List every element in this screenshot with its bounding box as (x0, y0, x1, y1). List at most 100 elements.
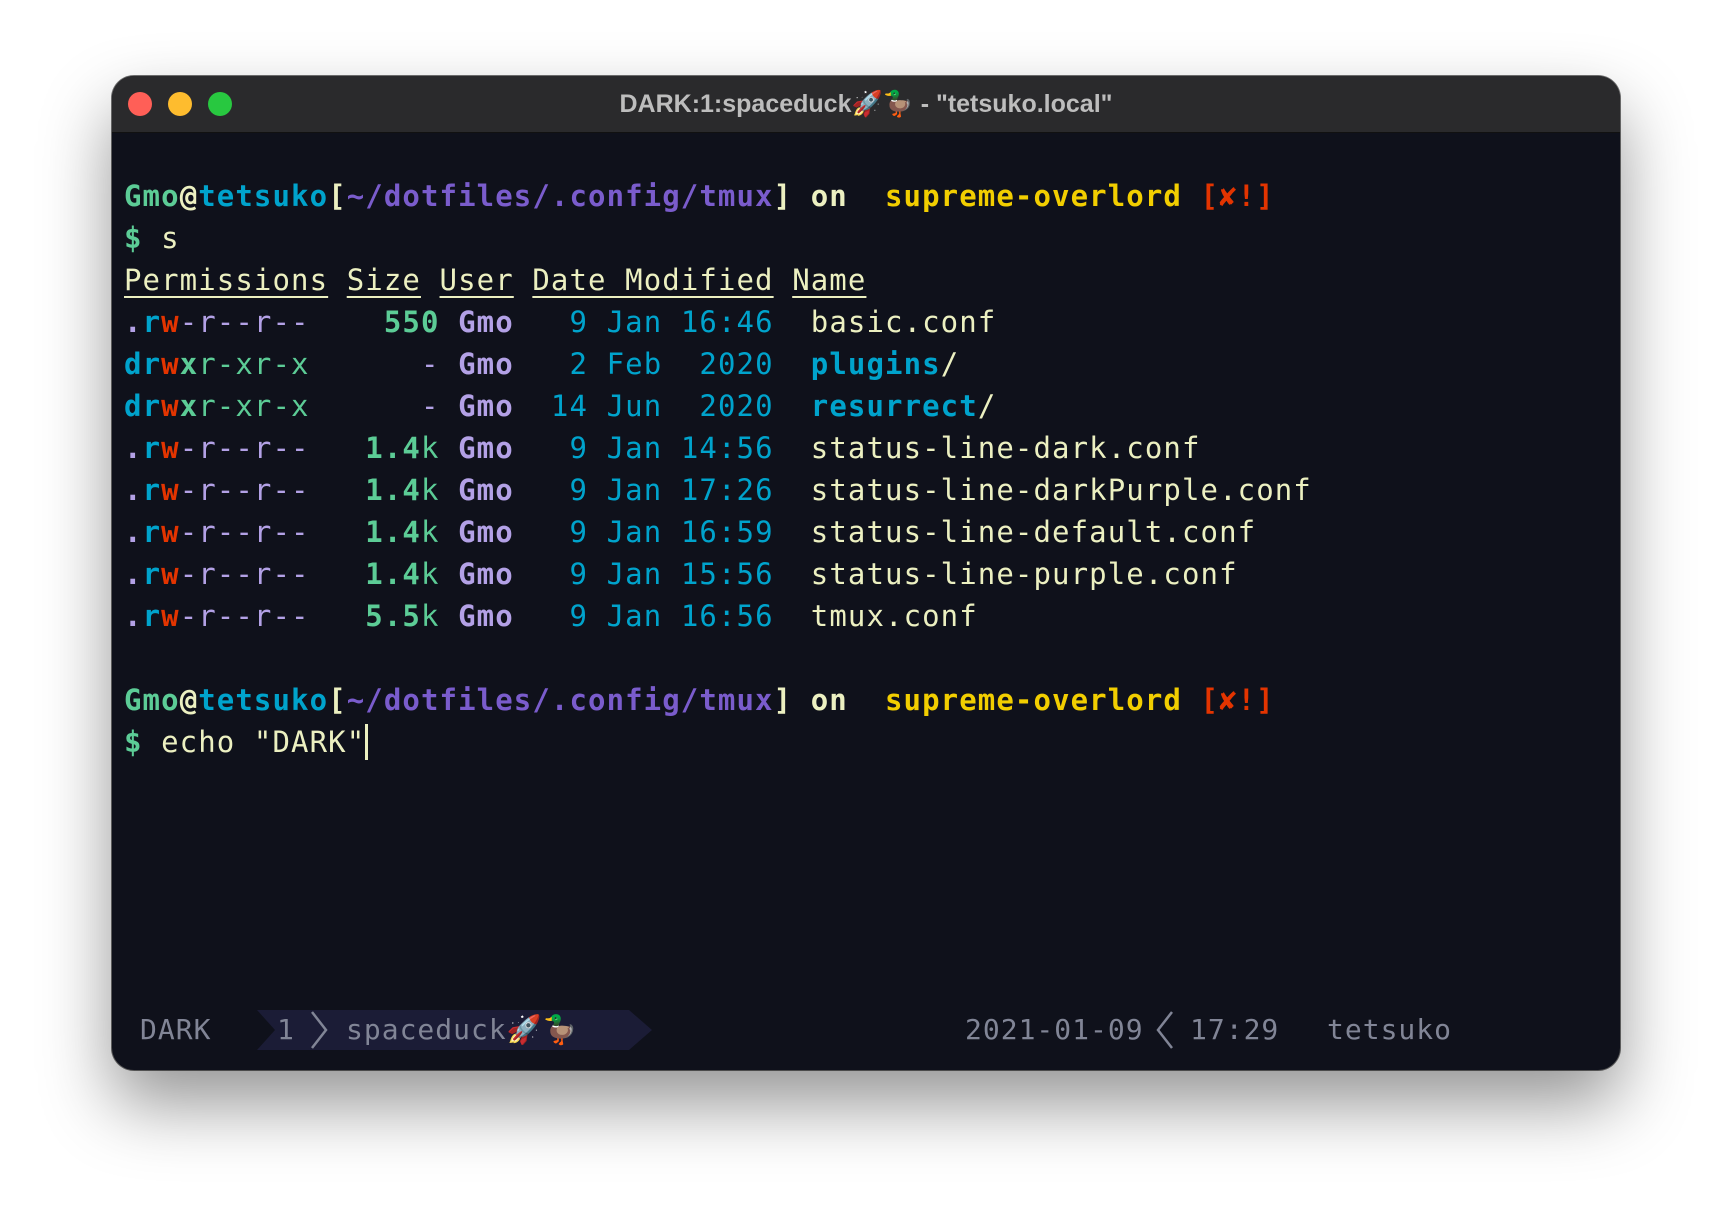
file-size: 1.4 (365, 473, 421, 507)
file-name: tmux.conf (810, 599, 978, 633)
file-size-unit: - (420, 389, 440, 423)
listing-header: Permissions Size User Date Modified Name (124, 259, 1312, 301)
command-line: $ s (124, 217, 1312, 259)
perm-rest: r--r-- (198, 515, 310, 549)
file-date: 9 Jan 15:56 (532, 557, 774, 591)
prompt-path: ~/dotfiles/.config/tmux (346, 179, 774, 213)
file-owner: Gmo (458, 431, 514, 465)
file-row: .rw-r--r-- 5.5k Gmo 9 Jan 16:56 tmux.con… (124, 595, 1312, 637)
column-header: Name (792, 263, 867, 297)
command-input: s (161, 221, 180, 255)
terminal-window: DARK:1:spaceduck🚀🦆 - "tetsuko.local" Gmo… (112, 76, 1620, 1070)
prompt-path: ~/dotfiles/.config/tmux (346, 683, 774, 717)
terminal-output[interactable]: Gmo@tetsuko[~/dotfiles/.config/tmux] on … (124, 175, 1312, 763)
perm-read: r (142, 515, 162, 549)
prompt-host: tetsuko (198, 179, 329, 213)
git-branch: supreme-overlord (884, 683, 1182, 717)
perm-exec: - (179, 473, 199, 507)
perm-exec: x (179, 389, 199, 423)
file-date: 9 Jan 16:46 (532, 305, 774, 339)
file-date: 9 Jan 16:59 (532, 515, 774, 549)
prompt-at: @ (179, 683, 199, 717)
perm-rest: r-xr-x (198, 347, 310, 381)
perm-type: d (124, 389, 143, 423)
perm-rest: r--r-- (198, 557, 310, 591)
perm-type: . (124, 305, 143, 339)
perm-type: . (124, 473, 143, 507)
prompt-user: Gmo (124, 683, 180, 717)
file-size: 5.5 (365, 599, 421, 633)
file-name: status-line-darkPurple.conf (810, 473, 1312, 507)
command-line: $ echo "DARK" (124, 721, 1312, 763)
file-date: 9 Jan 16:56 (532, 599, 774, 633)
prompt-user: Gmo (124, 179, 180, 213)
file-row: drwxr-xr-x - Gmo 2 Feb 2020 plugins/ (124, 343, 1312, 385)
perm-rest: r--r-- (198, 473, 310, 507)
perm-read: r (142, 473, 162, 507)
window-index[interactable]: 1 (277, 1010, 295, 1050)
file-date: 2 Feb 2020 (532, 347, 774, 381)
perm-exec: - (179, 515, 199, 549)
prompt-at: @ (179, 179, 199, 213)
session-name: DARK (140, 1013, 212, 1046)
perm-type: . (124, 515, 143, 549)
perm-write: w (161, 515, 180, 549)
window-title: DARK:1:spaceduck🚀🦆 - "tetsuko.local" (619, 90, 1113, 118)
perm-type: . (124, 431, 143, 465)
column-header: Date Modified (532, 263, 774, 297)
prompt-dollar: $ (124, 221, 143, 255)
perm-write: w (161, 557, 180, 591)
command-input: echo "DARK" (161, 725, 366, 759)
window-name[interactable]: spaceduck🚀🦆 (346, 1010, 578, 1050)
prompt-line: Gmo@tetsuko[~/dotfiles/.config/tmux] on … (124, 679, 1312, 721)
file-owner: Gmo (458, 599, 514, 633)
prompt-bracket: ] (773, 683, 793, 717)
perm-read: r (142, 347, 162, 381)
perm-read: r (142, 305, 162, 339)
perm-rest: r--r-- (198, 599, 310, 633)
perm-read: r (142, 599, 162, 633)
file-name: status-line-purple.conf (810, 557, 1238, 591)
file-size: 1.4 (365, 431, 421, 465)
file-size-unit: - (420, 347, 440, 381)
column-header: User (439, 263, 514, 297)
perm-write: w (161, 473, 180, 507)
file-size-unit: k (420, 431, 440, 465)
title-bar: DARK:1:spaceduck🚀🦆 - "tetsuko.local" (112, 76, 1620, 133)
perm-exec: - (179, 305, 199, 339)
status-date: 2021-01-09 (965, 1013, 1144, 1046)
file-size: 1.4 (365, 515, 421, 549)
file-row: .rw-r--r-- 1.4k Gmo 9 Jan 14:56 status-l… (124, 427, 1312, 469)
file-row: .rw-r--r-- 1.4k Gmo 9 Jan 16:59 status-l… (124, 511, 1312, 553)
perm-read: r (142, 431, 162, 465)
perm-read: r (142, 557, 162, 591)
file-name: status-line-default.conf (810, 515, 1257, 549)
file-owner: Gmo (458, 557, 514, 591)
column-header: Permissions (124, 263, 329, 297)
prompt-on: on (792, 179, 867, 213)
file-owner: Gmo (458, 389, 514, 423)
perm-exec: - (179, 599, 199, 633)
file-owner: Gmo (458, 347, 514, 381)
perm-type: . (124, 557, 143, 591)
dir-slash: / (940, 347, 960, 381)
file-size: 1.4 (365, 557, 421, 591)
git-status: [✘!] (1200, 179, 1275, 213)
perm-exec: - (179, 431, 199, 465)
perm-exec: - (179, 557, 199, 591)
perm-rest: r--r-- (198, 305, 310, 339)
prompt-dollar: $ (124, 725, 143, 759)
file-owner: Gmo (458, 473, 514, 507)
perm-read: r (142, 389, 162, 423)
file-row: .rw-r--r-- 550 Gmo 9 Jan 16:46 basic.con… (124, 301, 1312, 343)
separator-right-icon (311, 1011, 328, 1049)
perm-rest: r--r-- (198, 431, 310, 465)
perm-write: w (161, 347, 180, 381)
perm-type: d (124, 347, 143, 381)
column-header: Size (346, 263, 421, 297)
file-name: resurrect (810, 389, 978, 423)
file-name: status-line-dark.conf (810, 431, 1201, 465)
file-date: 14 Jun 2020 (532, 389, 774, 423)
file-size: 550 (383, 305, 440, 339)
